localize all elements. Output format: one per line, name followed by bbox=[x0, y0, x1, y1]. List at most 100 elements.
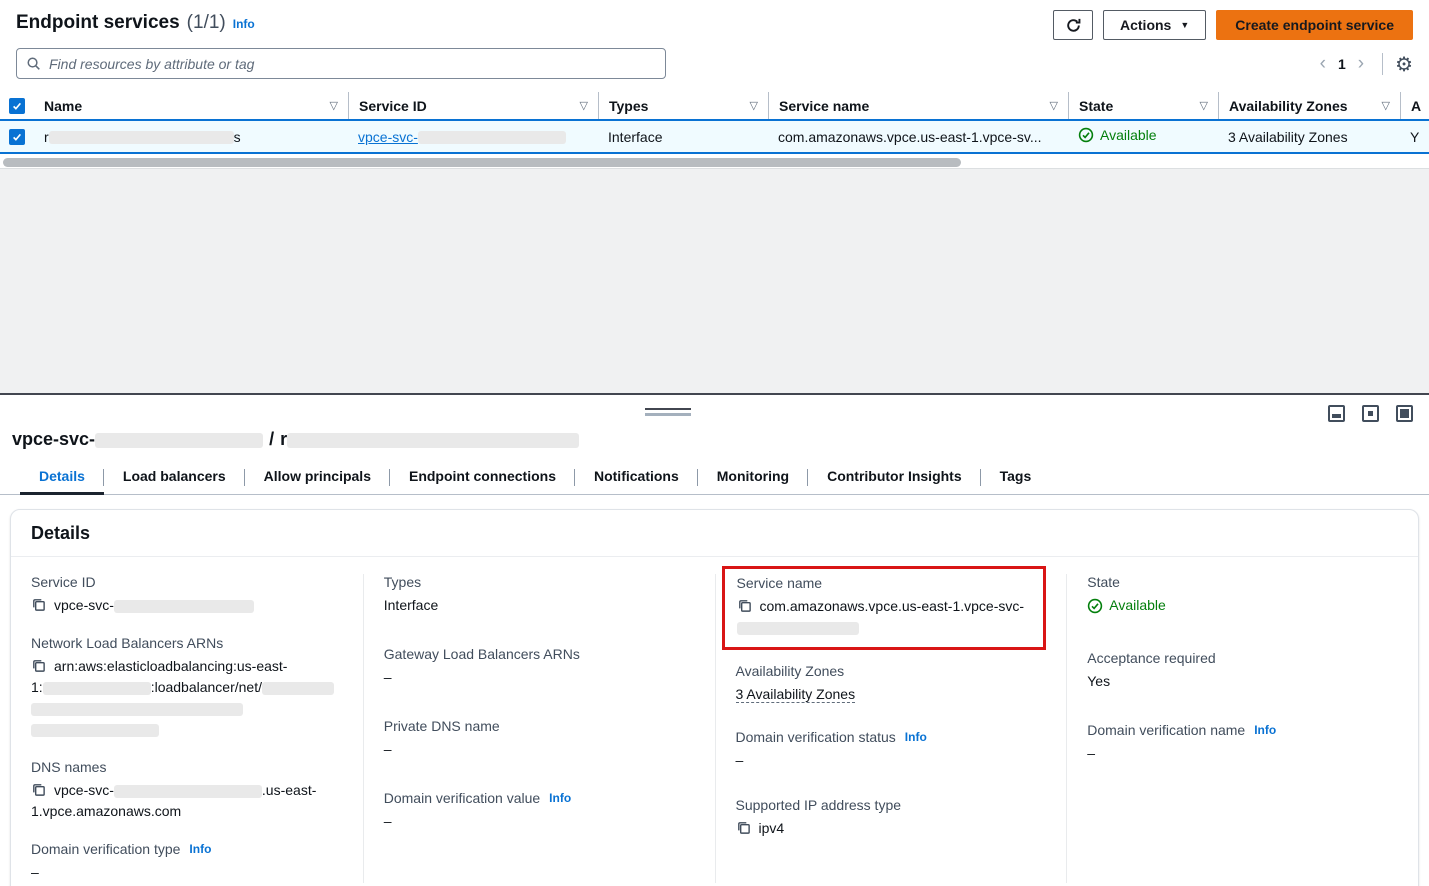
tab-monitoring[interactable]: Monitoring bbox=[698, 462, 808, 494]
cell-state: Available bbox=[1068, 127, 1218, 146]
info-link[interactable]: Info bbox=[189, 842, 211, 856]
redaction-block bbox=[49, 131, 234, 144]
field-glb-arns: Gateway Load Balancers ARNs – bbox=[384, 646, 695, 688]
field-domain-verification-value: Domain verification valueInfo – bbox=[384, 790, 695, 832]
cell-name: rs bbox=[34, 129, 348, 145]
field-service-name: Service name com.amazonaws.vpce.us-east-… bbox=[737, 575, 1032, 638]
toolbar: ‹ 1 › ⚙ bbox=[0, 40, 1429, 79]
details-card-heading: Details bbox=[11, 510, 1418, 557]
tab-allow-principals[interactable]: Allow principals bbox=[245, 462, 390, 494]
availability-zones-trigger[interactable]: 3 Availability Zones bbox=[736, 686, 856, 703]
field-private-dns-name: Private DNS name – bbox=[384, 718, 695, 760]
table-row[interactable]: rs vpce-svc- Interface com.amazonaws.vpc… bbox=[0, 119, 1429, 154]
copy-icon[interactable] bbox=[31, 658, 46, 673]
column-header-service-id[interactable]: Service ID ▽ bbox=[348, 92, 598, 119]
sort-icon[interactable]: ▽ bbox=[1200, 99, 1208, 112]
endpoint-services-table: Name ▽ Service ID ▽ Types ▽ Service name… bbox=[0, 92, 1429, 170]
redaction-block bbox=[287, 433, 579, 448]
info-link[interactable]: Info bbox=[905, 730, 927, 744]
copy-icon[interactable] bbox=[736, 820, 751, 835]
split-panel-title: vpce-svc-/r bbox=[12, 429, 1413, 450]
split-panel-drag-handle[interactable] bbox=[645, 408, 691, 416]
panel-size-large-icon[interactable] bbox=[1396, 405, 1413, 422]
field-service-id: Service ID vpce-svc- bbox=[31, 574, 343, 616]
cell-service-name: com.amazonaws.vpce.us-east-1.vpce-sv... bbox=[768, 129, 1068, 145]
column-header-state[interactable]: State ▽ bbox=[1068, 92, 1218, 119]
sort-icon[interactable]: ▽ bbox=[580, 99, 588, 112]
details-card-body: Service ID vpce-svc- Network Load Balanc… bbox=[11, 557, 1418, 886]
search-box bbox=[16, 48, 666, 79]
search-input[interactable] bbox=[16, 48, 666, 79]
endpoint-services-table-card: Endpoint services (1/1) Info Actions ▼ C… bbox=[0, 0, 1429, 168]
panel-size-small-icon[interactable] bbox=[1328, 405, 1345, 422]
column-header-acceptance[interactable]: A bbox=[1400, 92, 1429, 119]
endpoint-services-page: Endpoint services (1/1) Info Actions ▼ C… bbox=[0, 0, 1429, 886]
state-text: Available bbox=[1100, 127, 1157, 143]
tab-details[interactable]: Details bbox=[20, 462, 104, 494]
header-actions: Actions ▼ Create endpoint service bbox=[1053, 10, 1413, 40]
search-icon bbox=[26, 56, 41, 76]
sort-icon[interactable]: ▽ bbox=[750, 99, 758, 112]
column-header-name[interactable]: Name ▽ bbox=[34, 92, 348, 119]
field-nlb-arns: Network Load Balancers ARNs arn:aws:elas… bbox=[31, 635, 343, 740]
sort-icon[interactable]: ▽ bbox=[1050, 99, 1058, 112]
tab-contributor-insights[interactable]: Contributor Insights bbox=[808, 462, 981, 494]
scrollbar-thumb[interactable] bbox=[3, 158, 961, 167]
details-column-1: Service ID vpce-svc- Network Load Balanc… bbox=[11, 574, 363, 883]
select-all-checkbox[interactable] bbox=[9, 98, 25, 114]
redaction-block bbox=[114, 785, 262, 798]
gear-icon[interactable]: ⚙ bbox=[1395, 54, 1413, 74]
column-header-types[interactable]: Types ▽ bbox=[598, 92, 768, 119]
redaction-block bbox=[262, 682, 334, 695]
split-panel-size-controls bbox=[1328, 405, 1413, 422]
cell-acceptance: Y bbox=[1400, 129, 1429, 145]
row-select-cell bbox=[0, 121, 34, 152]
column-header-availability-zones[interactable]: Availability Zones ▽ bbox=[1218, 92, 1400, 119]
state-text: Available bbox=[1109, 595, 1166, 616]
row-checkbox[interactable] bbox=[9, 129, 25, 145]
availability-zones-trigger[interactable]: 3 Availability Zones bbox=[1228, 129, 1348, 145]
tab-notifications[interactable]: Notifications bbox=[575, 462, 698, 494]
status-available-icon bbox=[1087, 598, 1103, 614]
tab-tags[interactable]: Tags bbox=[981, 462, 1051, 494]
next-page-icon[interactable]: › bbox=[1352, 54, 1370, 73]
page-number[interactable]: 1 bbox=[1338, 56, 1346, 72]
refresh-button[interactable] bbox=[1053, 10, 1093, 40]
field-state: State Available bbox=[1087, 574, 1398, 620]
sort-icon[interactable]: ▽ bbox=[330, 99, 338, 112]
refresh-icon bbox=[1065, 17, 1082, 34]
info-link[interactable]: Info bbox=[549, 791, 571, 805]
actions-button[interactable]: Actions ▼ bbox=[1103, 10, 1206, 40]
service-id-link[interactable]: vpce-svc- bbox=[358, 129, 566, 145]
copy-icon[interactable] bbox=[31, 782, 46, 797]
tab-load-balancers[interactable]: Load balancers bbox=[104, 462, 245, 494]
redaction-block bbox=[31, 724, 159, 737]
copy-icon[interactable] bbox=[31, 597, 46, 612]
actions-label: Actions bbox=[1120, 17, 1171, 33]
sort-icon[interactable]: ▽ bbox=[1382, 99, 1390, 112]
create-endpoint-service-button[interactable]: Create endpoint service bbox=[1216, 10, 1413, 40]
split-panel: vpce-svc-/r Details Load balancers Allow… bbox=[0, 393, 1429, 886]
previous-page-icon[interactable]: ‹ bbox=[1314, 54, 1332, 73]
select-all-cell bbox=[0, 92, 34, 119]
field-domain-verification-type: Domain verification typeInfo – bbox=[31, 841, 343, 883]
cell-availability-zones: 3 Availability Zones bbox=[1218, 129, 1400, 145]
panel-size-medium-icon[interactable] bbox=[1362, 405, 1379, 422]
status-available-icon bbox=[1078, 127, 1094, 143]
cell-service-id: vpce-svc- bbox=[348, 129, 598, 145]
content-background bbox=[0, 168, 1429, 393]
copy-icon[interactable] bbox=[737, 598, 752, 613]
redaction-block bbox=[43, 682, 151, 695]
header-info-link[interactable]: Info bbox=[233, 17, 255, 31]
caret-down-icon: ▼ bbox=[1180, 20, 1189, 30]
details-column-3: Service name com.amazonaws.vpce.us-east-… bbox=[715, 574, 1067, 883]
details-card: Details Service ID vpce-svc- Network Loa… bbox=[10, 509, 1419, 886]
resource-count: (1/1) bbox=[187, 12, 226, 34]
column-header-service-name[interactable]: Service name ▽ bbox=[768, 92, 1068, 119]
details-column-4: State Available Acceptance required Yes bbox=[1066, 574, 1418, 883]
page-title: Endpoint services bbox=[16, 12, 180, 34]
tab-endpoint-connections[interactable]: Endpoint connections bbox=[390, 462, 575, 494]
field-availability-zones: Availability Zones 3 Availability Zones bbox=[736, 663, 1047, 705]
info-link[interactable]: Info bbox=[1254, 723, 1276, 737]
title-group: Endpoint services (1/1) Info bbox=[16, 10, 255, 34]
